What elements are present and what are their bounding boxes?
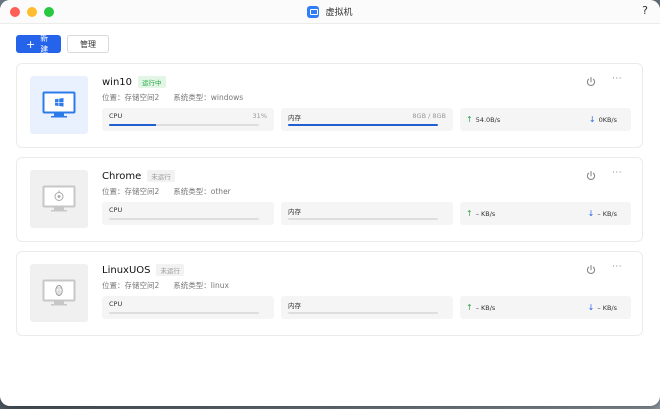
upload-arrow-icon: ↑ [466, 209, 473, 218]
vm-thumbnail [30, 170, 88, 228]
memory-metric: 内存 [281, 202, 453, 225]
network-upload: ↑ – KB/s [466, 209, 495, 218]
vm-thumbnail [30, 264, 88, 322]
network-upload: ↑ 54.0B/s [466, 115, 500, 124]
vm-name: LinuxUOS 未运行 [102, 264, 184, 276]
status-badge: 未运行 [147, 170, 175, 182]
download-arrow-icon: ↓ [588, 115, 596, 124]
manage-button-label: 管理 [80, 39, 96, 49]
cpu-label: CPU [109, 112, 123, 120]
status-badge: 未运行 [156, 264, 184, 276]
download-rate: – KB/s [597, 209, 617, 218]
memory-progress-fill [288, 124, 438, 126]
cpu-progress-fill [109, 124, 156, 126]
upload-rate: – KB/s [475, 209, 496, 218]
network-metric: ↑ – KB/s ↓ – KB/s [460, 296, 631, 319]
network-download: ↓ 0KB/s [589, 115, 617, 124]
vm-location: 位置：存储空间2 [102, 281, 160, 290]
window-controls [10, 7, 54, 17]
vm-card-chrome[interactable]: Chrome 未运行 位置：存储空间2 系统类型：other CPU 内存 ↑ –… [16, 157, 643, 242]
more-options-icon[interactable]: ··· [612, 74, 622, 84]
zoom-window-button[interactable] [44, 7, 54, 17]
minimize-window-button[interactable] [27, 7, 37, 17]
memory-metric: 内存 [281, 296, 453, 319]
upload-rate: 54.0B/s [475, 115, 501, 124]
download-arrow-icon: ↓ [587, 209, 595, 218]
windows-logo-icon [42, 91, 76, 118]
cpu-metric: CPU [102, 296, 274, 319]
vm-app-icon [307, 5, 320, 18]
power-icon[interactable] [585, 264, 597, 276]
power-icon[interactable] [585, 76, 597, 88]
window-title-text: 虚拟机 [325, 8, 353, 18]
memory-progress-bar [288, 218, 438, 220]
help-button[interactable]: ? [642, 4, 648, 17]
status-badge: 运行中 [138, 76, 166, 88]
window-title: 虚拟机 [307, 5, 353, 18]
memory-progress-bar [288, 124, 438, 126]
cpu-label: CPU [109, 300, 123, 308]
vm-name: Chrome 未运行 [102, 170, 175, 182]
download-rate: 0KB/s [598, 115, 617, 124]
cpu-metric: CPU [102, 202, 274, 225]
vm-manager-window: 虚拟机 ? + 新建 管理 win10 运行中 位置：存储空间2 系统类型：wi… [0, 0, 660, 406]
memory-progress-bar [288, 312, 438, 314]
vm-card-linuxuos[interactable]: LinuxUOS 未运行 位置：存储空间2 系统类型：linux CPU 内存 … [16, 251, 643, 336]
toolbar: + 新建 管理 [16, 34, 109, 54]
title-bar: 虚拟机 ? [0, 0, 660, 24]
network-metric: ↑ 54.0B/s ↓ 0KB/s [460, 108, 631, 131]
upload-rate: – KB/s [475, 303, 496, 312]
chrome-logo-icon [42, 185, 76, 212]
download-rate: – KB/s [597, 303, 617, 312]
cpu-metric: CPU 31% [102, 108, 274, 131]
cpu-label: CPU [109, 206, 123, 214]
cpu-progress-bar [109, 124, 259, 126]
upload-arrow-icon: ↑ [466, 303, 473, 312]
vm-name: win10 运行中 [102, 76, 166, 88]
cpu-progress-bar [109, 312, 259, 314]
linux-penguin-icon [42, 279, 76, 306]
new-vm-button-label: 新建 [40, 34, 49, 54]
network-download: ↓ – KB/s [588, 303, 617, 312]
vm-thumbnail [30, 76, 88, 134]
network-upload: ↑ – KB/s [466, 303, 495, 312]
more-options-icon[interactable]: ··· [612, 168, 622, 178]
vm-system-type: 系统类型：linux [173, 281, 229, 290]
network-download: ↓ – KB/s [588, 209, 617, 218]
memory-label: 内存 [288, 302, 301, 310]
memory-value: 8GB / 8GB [412, 112, 446, 120]
memory-label: 内存 [288, 208, 301, 216]
more-options-icon[interactable]: ··· [612, 262, 622, 272]
plus-icon: + [26, 37, 36, 51]
vm-system-type: 系统类型：windows [173, 93, 244, 102]
cpu-value: 31% [252, 112, 267, 120]
vm-location: 位置：存储空间2 [102, 93, 160, 102]
vm-system-type: 系统类型：other [173, 187, 231, 196]
cpu-progress-bar [109, 218, 259, 220]
power-icon[interactable] [585, 170, 597, 182]
memory-metric: 内存 8GB / 8GB [281, 108, 453, 131]
download-arrow-icon: ↓ [587, 303, 595, 312]
vm-meta: 位置：存储空间2 系统类型：other [102, 186, 231, 197]
upload-arrow-icon: ↑ [466, 115, 473, 124]
manage-button[interactable]: 管理 [67, 35, 109, 53]
new-vm-button[interactable]: + 新建 [16, 34, 61, 54]
memory-label: 内存 [288, 114, 301, 122]
vm-card-win10[interactable]: win10 运行中 位置：存储空间2 系统类型：windows CPU 31% … [16, 63, 643, 148]
network-metric: ↑ – KB/s ↓ – KB/s [460, 202, 631, 225]
vm-location: 位置：存储空间2 [102, 187, 160, 196]
vm-meta: 位置：存储空间2 系统类型：linux [102, 280, 229, 291]
close-window-button[interactable] [10, 7, 20, 17]
vm-meta: 位置：存储空间2 系统类型：windows [102, 92, 243, 103]
